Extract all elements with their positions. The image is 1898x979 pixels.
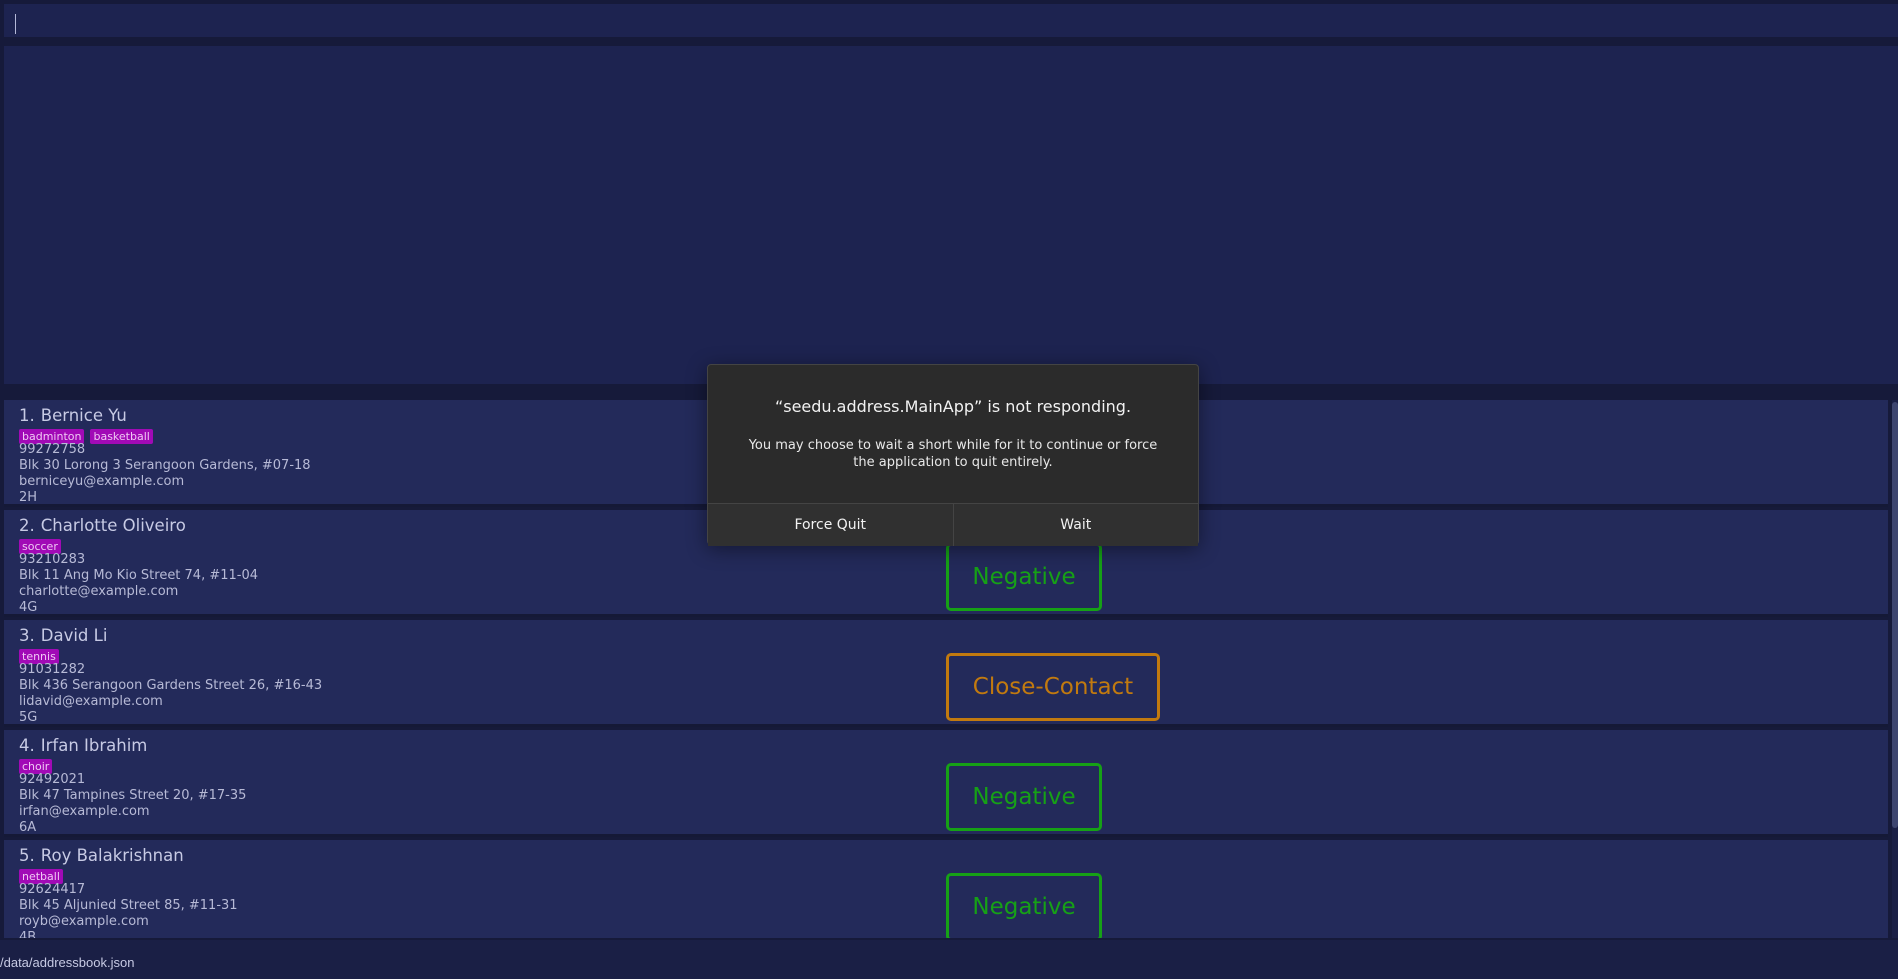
tag-list: choir: [19, 755, 58, 774]
save-location-path: /data/addressbook.json: [0, 955, 135, 970]
person-email: charlotte@example.com: [19, 584, 179, 599]
text-caret: [15, 14, 16, 34]
result-display: [4, 46, 1898, 384]
person-index: 3.: [19, 626, 35, 645]
person-phone: 93210283: [19, 552, 86, 567]
person-email: irfan@example.com: [19, 804, 150, 819]
tag-list: badminton basketball: [19, 425, 159, 444]
person-class: 4B: [19, 930, 37, 938]
person-address: Blk 45 Aljunied Street 85, #11-31: [19, 898, 238, 913]
person-email: royb@example.com: [19, 914, 149, 929]
person-index: 1.: [19, 406, 35, 425]
wait-button[interactable]: Wait: [952, 504, 1198, 546]
force-quit-button[interactable]: Force Quit: [708, 504, 953, 546]
person-phone: 92492021: [19, 772, 86, 787]
dialog-button-bar: Force Quit Wait: [708, 503, 1198, 546]
person-email: berniceyu@example.com: [19, 474, 185, 489]
status-badge: Negative: [946, 543, 1102, 611]
person-name: David Li: [40, 626, 108, 645]
person-email: lidavid@example.com: [19, 694, 163, 709]
person-title: 4. Irfan Ibrahim: [19, 736, 147, 755]
tag-list: tennis: [19, 645, 65, 664]
person-address: Blk 436 Serangoon Gardens Street 26, #16…: [19, 678, 323, 693]
scrollbar-thumb[interactable]: [1892, 402, 1898, 828]
command-input[interactable]: [4, 4, 1898, 37]
person-class: 5G: [19, 710, 38, 725]
person-address: Blk 11 Ang Mo Kio Street 74, #11-04: [19, 568, 259, 583]
tag-list: soccer: [19, 535, 67, 554]
status-badge: Close-Contact: [946, 653, 1160, 721]
person-phone: 99272758: [19, 442, 86, 457]
person-name: Irfan Ibrahim: [40, 736, 148, 755]
person-card[interactable]: 5. Roy Balakrishnan netball 92624417 Blk …: [4, 840, 1888, 938]
person-class: 2H: [19, 490, 38, 505]
person-name: Roy Balakrishnan: [40, 846, 184, 865]
not-responding-dialog: “seedu.address.MainApp” is not respondin…: [707, 364, 1199, 546]
person-address: Blk 47 Tampines Street 20, #17-35: [19, 788, 247, 803]
person-card[interactable]: 3. David Li tennis 91031282 Blk 436 Seran…: [4, 620, 1888, 727]
person-title: 1. Bernice Yu: [19, 406, 127, 425]
dialog-message: You may choose to wait a short while for…: [748, 438, 1158, 470]
person-phone: 91031282: [19, 662, 86, 677]
person-address: Blk 30 Lorong 3 Serangoon Gardens, #07-1…: [19, 458, 311, 473]
tag: basketball: [90, 429, 153, 444]
person-class: 4G: [19, 600, 38, 615]
tag-list: netball: [19, 865, 69, 884]
person-title: 3. David Li: [19, 626, 107, 645]
person-name: Bernice Yu: [40, 406, 127, 425]
person-name: Charlotte Oliveiro: [40, 516, 186, 535]
person-title: 2. Charlotte Oliveiro: [19, 516, 186, 535]
person-class: 6A: [19, 820, 37, 835]
person-card[interactable]: 4. Irfan Ibrahim choir 92492021 Blk 47 Ta…: [4, 730, 1888, 837]
person-title: 5. Roy Balakrishnan: [19, 846, 184, 865]
person-index: 5.: [19, 846, 35, 865]
person-index: 4.: [19, 736, 35, 755]
status-bar: /data/addressbook.json: [0, 940, 1898, 979]
dialog-title: “seedu.address.MainApp” is not respondin…: [774, 397, 1132, 416]
status-badge: Negative: [946, 873, 1102, 938]
status-badge: Negative: [946, 763, 1102, 831]
person-phone: 92624417: [19, 882, 86, 897]
person-index: 2.: [19, 516, 35, 535]
